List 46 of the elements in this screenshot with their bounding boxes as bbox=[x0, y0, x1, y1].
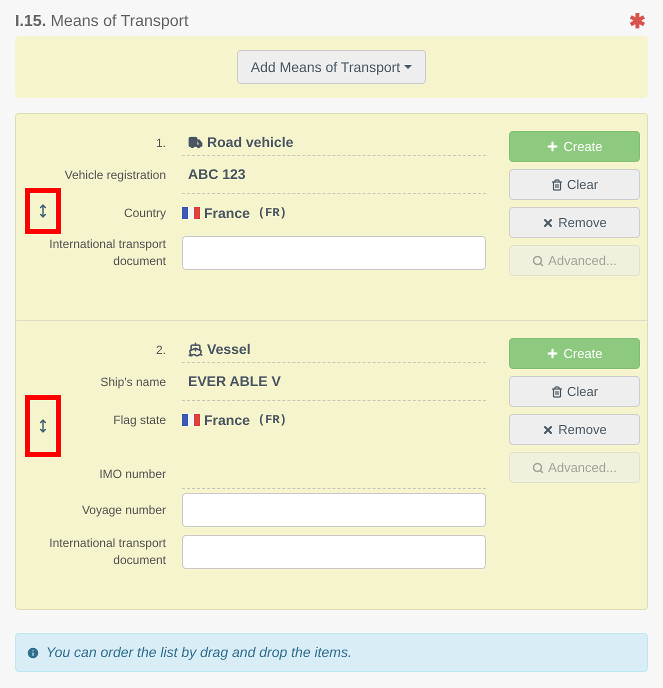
text-input[interactable] bbox=[182, 535, 486, 569]
trash-icon bbox=[550, 386, 563, 398]
truck-icon bbox=[188, 135, 203, 150]
text-input[interactable] bbox=[182, 493, 486, 527]
clear-button[interactable]: Clear bbox=[509, 169, 640, 200]
add-dropdown-button[interactable]: Add Means of Transport bbox=[236, 50, 426, 84]
drag-handle[interactable] bbox=[25, 395, 61, 457]
field-label: Voyage number bbox=[82, 502, 166, 518]
field-label: IMO number bbox=[99, 466, 166, 483]
remove-button[interactable]: Remove bbox=[509, 207, 640, 238]
country-name: France bbox=[204, 410, 250, 430]
field-label: Country bbox=[124, 204, 166, 222]
caret-icon bbox=[404, 65, 412, 69]
required-mark: ✱ bbox=[629, 10, 646, 35]
country-code: (FR) bbox=[258, 412, 287, 429]
close-icon bbox=[542, 216, 554, 228]
field-value: ABC 123 bbox=[182, 156, 486, 194]
flag-icon bbox=[182, 207, 200, 219]
plus-icon bbox=[546, 347, 560, 360]
info-icon bbox=[26, 646, 40, 660]
ship-icon bbox=[188, 342, 203, 357]
search-icon bbox=[532, 462, 544, 474]
country-name: France bbox=[204, 204, 250, 222]
item-number: 1. bbox=[156, 135, 166, 152]
type-header: Road vehicle bbox=[182, 130, 486, 156]
search-icon bbox=[532, 254, 544, 266]
close-icon bbox=[542, 424, 554, 436]
remove-button[interactable]: Remove bbox=[509, 414, 640, 445]
text-input[interactable] bbox=[182, 236, 486, 270]
field-label: International transport document bbox=[48, 535, 166, 569]
clear-button[interactable]: Clear bbox=[509, 376, 640, 407]
field-label: Flag state bbox=[113, 412, 166, 428]
type-header: Vessel bbox=[182, 337, 486, 363]
flag-icon bbox=[182, 414, 200, 426]
section-number: I.15. bbox=[15, 13, 46, 30]
drag-handle[interactable] bbox=[25, 188, 61, 234]
trash-icon bbox=[550, 178, 563, 190]
country-code: (FR) bbox=[258, 205, 287, 222]
plus-icon bbox=[546, 140, 560, 153]
field-label: Ship's name bbox=[100, 374, 166, 390]
field-label: Vehicle registration bbox=[64, 166, 166, 184]
info-text: You can order the list by drag and drop the items. bbox=[46, 643, 352, 662]
field-value: EVER ABLE V bbox=[182, 363, 486, 401]
item-number: 2. bbox=[156, 342, 166, 359]
section-title: Means of Transport bbox=[50, 13, 188, 30]
field-label: International transport document bbox=[48, 236, 166, 270]
